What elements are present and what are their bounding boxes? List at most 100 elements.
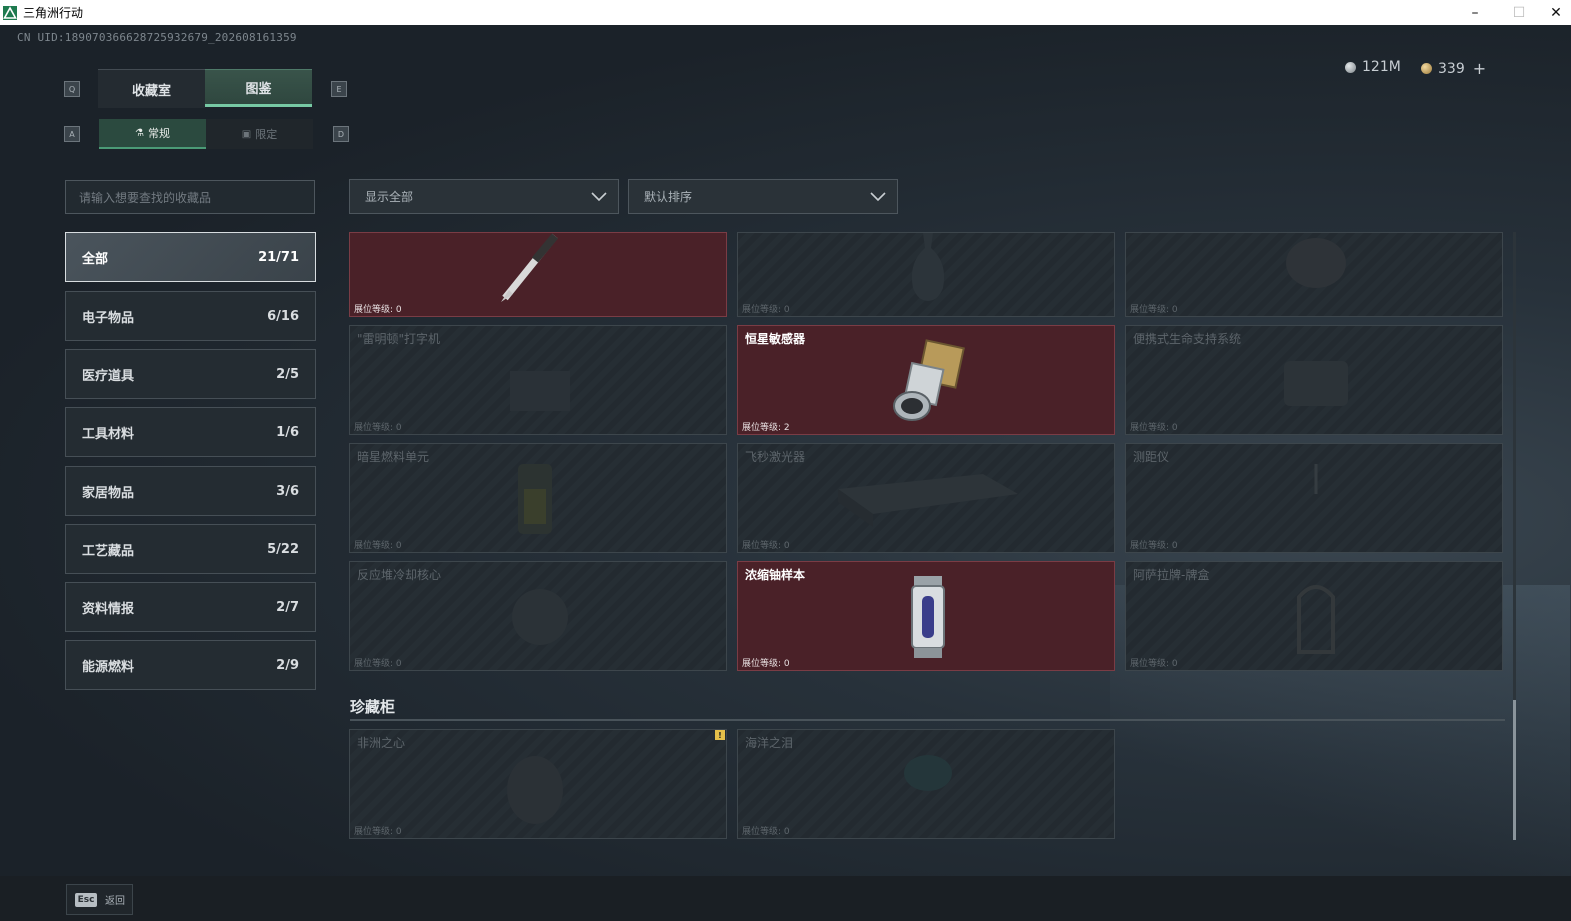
silver-currency: 121M bbox=[1345, 59, 1401, 75]
item-card-star-sensor[interactable]: 恒星敏感器 展位等级: 2 bbox=[737, 325, 1115, 435]
display-level: 展位等级: 0 bbox=[354, 659, 402, 669]
item-name: 恒星敏感器 bbox=[745, 332, 806, 346]
silver-coin-icon bbox=[1345, 61, 1356, 73]
item-card-tear-of-ocean[interactable]: 海洋之泪 展位等级: 0 bbox=[737, 729, 1115, 839]
fuel-cell-silhouette-icon bbox=[518, 464, 552, 534]
tab-collection-room[interactable]: 收藏室 bbox=[98, 69, 205, 108]
item-card-dark-star-fuel[interactable]: 暗星燃料单元 展位等级: 0 bbox=[349, 443, 727, 553]
item-card-rangefinder[interactable]: 测距仪 展位等级: 0 bbox=[1125, 443, 1503, 553]
reactor-core-silhouette-icon bbox=[512, 589, 568, 645]
item-card-vase[interactable]: 展位等级: 0 bbox=[737, 232, 1115, 317]
item-card-ornament[interactable]: 展位等级: 0 bbox=[1125, 232, 1503, 317]
gold-currency: 339 + bbox=[1421, 59, 1486, 78]
category-label: 电子物品 bbox=[82, 310, 135, 326]
item-name: 反应堆冷却核心 bbox=[357, 568, 442, 582]
player-uid: CN UID:18907036662872593267​9_2026081613… bbox=[17, 31, 297, 44]
tab-label: 图鉴 bbox=[245, 81, 272, 97]
flask-icon: ⚗ bbox=[135, 127, 144, 139]
item-name: 便携式生命支持系统 bbox=[1133, 332, 1242, 346]
tab-label: 收藏室 bbox=[131, 83, 171, 99]
gold-amount: 339 bbox=[1438, 60, 1465, 77]
subtab-limited[interactable]: ▣ 限定 bbox=[206, 119, 313, 149]
item-card-pen[interactable]: 展位等级: 0 bbox=[349, 232, 727, 317]
key-hint-q: Q bbox=[64, 81, 80, 97]
back-label: 返回 bbox=[105, 896, 125, 907]
category-electronics[interactable]: 电子物品 6/16 bbox=[65, 291, 316, 341]
display-level: 展位等级: 0 bbox=[1130, 423, 1178, 433]
uranium-canister-icon bbox=[911, 576, 945, 658]
item-card-typewriter[interactable]: "雷明顿"打字机 展位等级: 0 bbox=[349, 325, 727, 435]
item-name: 非洲之心 bbox=[357, 736, 406, 750]
item-card-asala-card-box[interactable]: 阿萨拉牌-牌盒 展位等级: 0 bbox=[1125, 561, 1503, 671]
item-card-enriched-uranium[interactable]: 浓缩铀样本 展位等级: 0 bbox=[737, 561, 1115, 671]
filter-dropdown[interactable]: 显示全部 bbox=[349, 179, 619, 214]
subtab-label: 限定 bbox=[255, 128, 278, 141]
item-name: 测距仪 bbox=[1133, 450, 1170, 464]
category-intel[interactable]: 资料情报 2/7 bbox=[65, 582, 316, 632]
scrollbar-thumb[interactable] bbox=[1513, 700, 1516, 840]
item-card-femtosecond-laser[interactable]: 飞秒激光器 展位等级: 0 bbox=[737, 443, 1115, 553]
window-titlebar: 三角洲行动 – ☐ ✕ bbox=[0, 0, 1571, 25]
image-icon: ▣ bbox=[241, 128, 252, 140]
category-count: 2/5 bbox=[276, 366, 299, 382]
category-count: 21/71 bbox=[258, 249, 299, 265]
silver-amount: 121M bbox=[1362, 59, 1401, 75]
back-button[interactable]: Esc 返回 bbox=[66, 884, 133, 915]
laser-silhouette-icon bbox=[838, 474, 1018, 527]
section-divider bbox=[350, 719, 1505, 721]
item-name: 飞秒激光器 bbox=[745, 450, 806, 464]
display-level: 展位等级: 0 bbox=[742, 659, 790, 669]
category-all[interactable]: 全部 21/71 bbox=[65, 232, 316, 282]
chevron-down-icon bbox=[591, 192, 607, 202]
search-input[interactable]: 请输入想要查找的收藏品 bbox=[65, 180, 315, 214]
gold-coin-icon bbox=[1421, 63, 1432, 74]
esc-key-icon: Esc bbox=[75, 892, 97, 907]
category-household[interactable]: 家居物品 3/6 bbox=[65, 466, 316, 516]
display-level: 展位等级: 0 bbox=[1130, 305, 1178, 315]
item-card-life-support[interactable]: 便携式生命支持系统 展位等级: 0 bbox=[1125, 325, 1503, 435]
category-label: 家居物品 bbox=[82, 485, 135, 501]
add-currency-button[interactable]: + bbox=[1473, 59, 1486, 78]
item-name: 海洋之泪 bbox=[745, 736, 794, 750]
typewriter-silhouette-icon bbox=[510, 371, 570, 411]
category-crafts[interactable]: 工艺藏品 5/22 bbox=[65, 524, 316, 574]
item-card-reactor-core[interactable]: 反应堆冷却核心 展位等级: 0 bbox=[349, 561, 727, 671]
window-title: 三角洲行动 bbox=[23, 6, 84, 20]
gem-silhouette-icon bbox=[904, 755, 952, 791]
category-tools[interactable]: 工具材料 1/6 bbox=[65, 407, 316, 457]
category-label: 工具材料 bbox=[82, 426, 135, 442]
key-hint-a: A bbox=[64, 126, 80, 142]
display-level: 展位等级: 0 bbox=[1130, 541, 1178, 551]
life-support-silhouette-icon bbox=[1284, 361, 1348, 406]
category-count: 6/16 bbox=[267, 308, 299, 324]
subtab-regular[interactable]: ⚗ 常规 bbox=[99, 119, 206, 149]
category-label: 资料情报 bbox=[82, 601, 135, 617]
sort-dropdown[interactable]: 默认排序 bbox=[628, 179, 898, 214]
display-level: 展位等级: 0 bbox=[742, 305, 790, 315]
filter-dropdown-value: 显示全部 bbox=[365, 190, 414, 204]
display-level: 展位等级: 0 bbox=[1130, 659, 1178, 669]
subtab-label: 常规 bbox=[147, 127, 170, 140]
tab-catalog[interactable]: 图鉴 bbox=[205, 69, 312, 107]
category-medical[interactable]: 医疗道具 2/5 bbox=[65, 349, 316, 399]
category-energy[interactable]: 能源燃料 2/9 bbox=[65, 640, 316, 690]
category-label: 能源燃料 bbox=[82, 659, 135, 675]
minimize-button[interactable]: – bbox=[1453, 0, 1497, 25]
item-card-heart-of-africa[interactable]: 非洲之心 ! 展位等级: 0 bbox=[349, 729, 727, 839]
category-count: 2/9 bbox=[276, 657, 299, 673]
category-label: 全部 bbox=[82, 251, 109, 267]
diamond-silhouette-icon bbox=[507, 756, 563, 824]
category-count: 3/6 bbox=[276, 483, 299, 499]
star-sensor-icon bbox=[893, 339, 965, 421]
display-level: 展位等级: 2 bbox=[742, 423, 790, 433]
display-level: 展位等级: 0 bbox=[354, 827, 402, 837]
maximize-button[interactable]: ☐ bbox=[1497, 0, 1541, 25]
display-level: 展位等级: 0 bbox=[354, 541, 402, 551]
display-level: 展位等级: 0 bbox=[742, 541, 790, 551]
category-count: 5/22 bbox=[267, 541, 299, 557]
fountain-pen-icon bbox=[501, 233, 559, 302]
rangefinder-silhouette-icon bbox=[1314, 464, 1318, 494]
close-button[interactable]: ✕ bbox=[1541, 0, 1571, 25]
item-name: "雷明顿"打字机 bbox=[357, 332, 441, 346]
vase-silhouette-icon bbox=[911, 233, 945, 301]
